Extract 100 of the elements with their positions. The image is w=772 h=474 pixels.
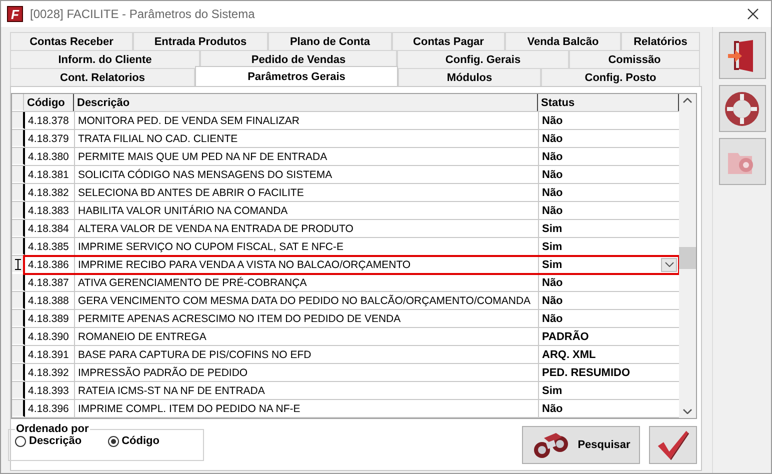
table-row[interactable]: 4.18.393 RATEIA ICMS-ST NA NF DE ENTRADA Sim [12, 382, 679, 400]
radio-option[interactable]: Descrição [15, 435, 82, 447]
table-row[interactable]: 4.18.389 PERMITE APENAS ACRESCIMO NO ITEM DO PEDIDO DE VENDA Não [12, 310, 679, 328]
table-row[interactable]: 4.18.380 PERMITE MAIS QUE UM PED NA NF DE ENTRADA Não [12, 148, 679, 166]
status-value: Não [542, 204, 563, 216]
radio-option[interactable]: Código [108, 435, 160, 447]
row-indicator[interactable] [12, 292, 25, 309]
table-cell: 4.18.382 [25, 184, 75, 201]
help-button[interactable] [718, 85, 766, 132]
tab[interactable]: Config. Gerais [397, 50, 569, 68]
tab[interactable]: Config. Posto [541, 68, 700, 86]
checkmark-icon [656, 428, 690, 462]
dropdown-button[interactable] [661, 258, 677, 272]
column-header[interactable]: Código [24, 94, 74, 111]
table-cell: 4.18.393 [25, 382, 75, 399]
row-indicator[interactable] [12, 202, 25, 219]
table-cell: ALTERA VALOR DE VENDA NA ENTRADA DE PRODUTO [75, 220, 539, 237]
table-row[interactable]: 4.18.387 ATIVA GERENCIAMENTO DE PRÉ-COBRANÇA Não [12, 274, 679, 292]
row-indicator[interactable] [12, 346, 25, 363]
table-row[interactable]: 4.18.383 HABILITA VALOR UNITÁRIO NA COMANDA Não [12, 202, 679, 220]
row-indicator[interactable] [12, 382, 25, 399]
table-row[interactable]: 4.18.379 TRATA FILIAL NO CAD. CLIENTE Não [12, 130, 679, 148]
tab[interactable]: Relatórios [621, 32, 700, 50]
tab[interactable]: Cont. Relatorios [10, 68, 195, 86]
radio-button[interactable] [108, 436, 119, 446]
table-cell: RATEIA ICMS-ST NA NF DE ENTRADA [75, 382, 539, 399]
row-indicator[interactable] [12, 148, 25, 165]
table-cell: IMPRIME COMPL. ITEM DO PEDIDO NA NF-E [75, 400, 539, 417]
table-row[interactable]: 4.18.392 IMPRESSÃO PADRÃO DE PEDIDO PED. RESUMIDO [12, 364, 679, 382]
chevron-down-icon [664, 262, 674, 267]
table-cell: PERMITE MAIS QUE UM PED NA NF DE ENTRADA [75, 148, 539, 165]
table-cell: 4.18.378 [25, 112, 75, 129]
table-cell: GERA VENCIMENTO COM MESMA DATA DO PEDIDO NO BALCÃO/ORÇAMENTO/COMANDA [75, 292, 539, 309]
status-value: Não [542, 294, 563, 306]
table-cell: 4.18.390 [25, 328, 75, 345]
table-cell: 4.18.379 [25, 130, 75, 147]
table-row[interactable]: 4.18.382 SELECIONA BD ANTES DE ABRIR O FACILITE Não [12, 184, 679, 202]
confirm-button[interactable] [649, 426, 697, 464]
status-value: Não [542, 276, 563, 288]
status-value: Não [542, 186, 563, 198]
row-indicator[interactable] [12, 166, 25, 183]
table-row[interactable]: 4.18.396 IMPRIME COMPL. ITEM DO PEDIDO NA NF-E Não [12, 400, 679, 418]
tab[interactable]: Entrada Produtos [133, 32, 268, 50]
table-row[interactable]: 4.18.381 SOLICITA CÓDIGO NAS MENSAGENS DO SISTEMA Não [12, 166, 679, 184]
table-row[interactable]: 4.18.390 ROMANEIO DE ENTREGA PADRÃO [12, 328, 679, 346]
table-cell: IMPRIME RECIBO PARA VENDA A VISTA NO BALCAO/ORÇAMENTO [75, 256, 539, 273]
table-cell: SOLICITA CÓDIGO NAS MENSAGENS DO SISTEMA [75, 166, 539, 183]
table-row[interactable]: 4.18.388 GERA VENCIMENTO COM MESMA DATA DO PEDIDO NO BALCÃO/ORÇAMENTO/COMANDA Não [12, 292, 679, 310]
scroll-thumb[interactable] [679, 247, 696, 269]
table-cell: IMPRESSÃO PADRÃO DE PEDIDO [75, 364, 539, 381]
status-value: Não [542, 312, 563, 324]
table-cell: SELECIONA BD ANTES DE ABRIR O FACILITE [75, 184, 539, 201]
row-indicator[interactable] [12, 400, 25, 417]
tab[interactable]: Contas Pagar [392, 32, 505, 50]
status-value: Não [542, 132, 563, 144]
window-title: [0028] FACILITE - Parâmetros do Sistema [30, 7, 256, 21]
scrollbar[interactable] [679, 94, 696, 418]
row-indicator[interactable] [12, 112, 25, 129]
exit-button[interactable] [718, 32, 766, 79]
table-row[interactable]: 4.18.384 ALTERA VALOR DE VENDA NA ENTRADA DE PRODUTO Sim [12, 220, 679, 238]
table-cell: 4.18.388 [25, 292, 75, 309]
text-cursor-icon [14, 258, 20, 270]
close-icon[interactable] [747, 8, 759, 20]
row-indicator[interactable] [12, 256, 25, 273]
status-value: ARQ. XML [542, 348, 596, 360]
tab[interactable]: Contas Receber [10, 32, 133, 50]
table-cell: PERMITE APENAS ACRESCIMO NO ITEM DO PEDIDO DE VENDA [75, 310, 539, 327]
row-indicator[interactable] [12, 274, 25, 291]
status-value: PADRÃO [542, 330, 589, 342]
table-cell: 4.18.383 [25, 202, 75, 219]
table-cell: ATIVA GERENCIAMENTO DE PRÉ-COBRANÇA [75, 274, 539, 291]
status-value: PED. RESUMIDO [542, 366, 630, 378]
table-row[interactable]: 4.18.391 BASE PARA CAPTURA DE PIS/COFINS NO EFD ARQ. XML [12, 346, 679, 364]
tab[interactable]: Comissão [569, 50, 700, 68]
row-indicator[interactable] [12, 238, 25, 255]
row-indicator[interactable] [12, 220, 25, 237]
lifebuoy-icon [725, 92, 759, 126]
selected-row[interactable]: 4.18.386 IMPRIME RECIBO PARA VENDA A VISTA NO BALCAO/ORÇAMENTO Sim [24, 256, 679, 274]
row-indicator[interactable] [12, 364, 25, 381]
status-value: Sim [542, 240, 562, 252]
table-row[interactable]: 4.18.378 MONITORA PED. DE VENDA SEM FINALIZAR Não [12, 112, 679, 130]
radio-button[interactable] [15, 436, 26, 446]
tab[interactable]: Parâmetros Gerais [195, 66, 398, 86]
table-cell: 4.18.387 [25, 274, 75, 291]
row-indicator[interactable] [12, 130, 25, 147]
status-value: Não [542, 168, 563, 180]
tab[interactable]: Venda Balcão [505, 32, 621, 50]
table-cell: BASE PARA CAPTURA DE PIS/COFINS NO EFD [75, 346, 539, 363]
tab[interactable]: Inform. do Cliente [10, 50, 200, 68]
status-value: Sim [542, 384, 562, 396]
row-indicator[interactable] [12, 184, 25, 201]
tab[interactable]: Plano de Conta [268, 32, 392, 50]
row-indicator[interactable] [12, 310, 25, 327]
search-button[interactable]: Pesquisar [522, 426, 640, 464]
row-indicator[interactable] [12, 328, 25, 345]
column-header[interactable]: Descrição [74, 94, 538, 111]
scroll-down-icon[interactable] [683, 409, 692, 414]
scroll-up-icon[interactable] [683, 98, 692, 103]
tab[interactable]: Módulos [398, 68, 541, 86]
table-cell: 4.18.396 [25, 400, 75, 417]
